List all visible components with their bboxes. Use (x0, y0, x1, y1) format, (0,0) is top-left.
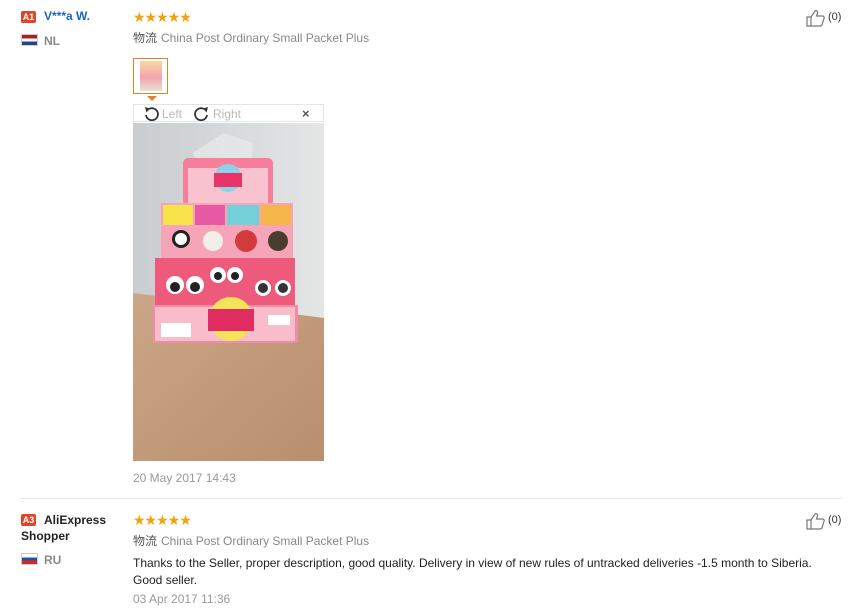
review-text: Thanks to the Seller, proper description… (133, 556, 812, 587)
buyer-name: AliExpress Shopper (21, 513, 107, 543)
buyer-name[interactable]: V***a W. (44, 9, 90, 23)
review-photo-thumbnail[interactable] (133, 58, 168, 94)
thumbnail-pointer (147, 96, 157, 101)
rotate-right-button[interactable]: Right (213, 107, 241, 121)
review-date: 20 May 2017 14:43 (133, 471, 236, 485)
shipping-info: 物流 China Post Ordinary Small Packet Plus (133, 29, 369, 46)
shipping-label: 物流 (133, 534, 158, 548)
review-photo (133, 123, 324, 461)
thumbs-up-icon[interactable] (806, 9, 826, 27)
shipping-info: 物流 China Post Ordinary Small Packet Plus (133, 532, 369, 549)
rotate-right-icon[interactable] (193, 105, 211, 123)
nl-flag-icon (21, 34, 38, 46)
ru-flag-icon (21, 553, 38, 565)
star-rating: ★★★★★ (133, 9, 192, 25)
review-item: A1 V***a W. NL ★★★★★ 物流 China Post Ordina… (0, 0, 861, 498)
thumbs-up-icon[interactable] (806, 512, 826, 530)
shipping-method: China Post Ordinary Small Packet Plus (161, 534, 370, 548)
thumbnail-image (139, 61, 162, 91)
helpful-count: (0) (828, 514, 842, 526)
star-rating: ★★★★★ (133, 512, 192, 528)
rotate-left-button[interactable]: Left (162, 107, 182, 121)
shipping-label: 物流 (133, 31, 158, 45)
photo-viewer-toolbar: Left Right × (133, 104, 324, 122)
buyer-country: NL (44, 34, 60, 48)
helpful-count: (0) (828, 11, 842, 23)
review-item: A3 AliExpress Shopper RU ★★★★★ 物流 China P… (0, 499, 861, 608)
buyer-level-badge: A1 (21, 11, 36, 23)
rotate-left-icon[interactable] (142, 105, 160, 123)
shipping-method: China Post Ordinary Small Packet Plus (161, 31, 370, 45)
review-date: 03 Apr 2017 11:36 (133, 592, 231, 606)
close-icon[interactable]: × (302, 106, 310, 121)
buyer-country: RU (44, 553, 62, 567)
